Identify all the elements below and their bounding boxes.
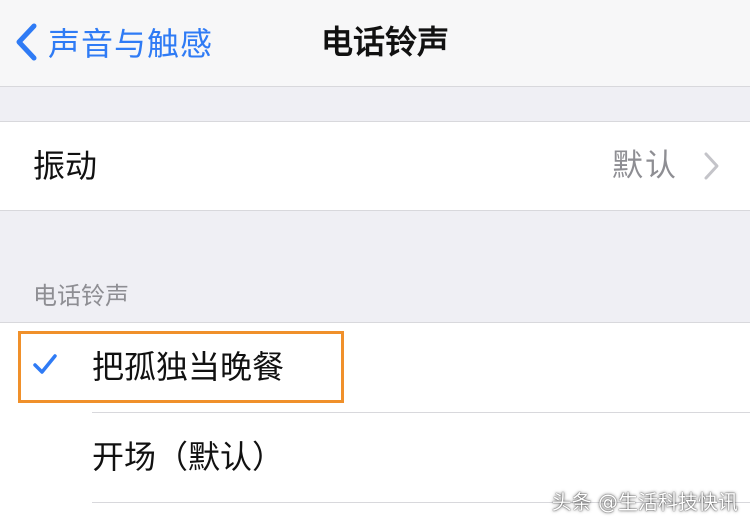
chevron-right-icon bbox=[704, 152, 719, 180]
checkmark-icon bbox=[33, 354, 57, 374]
watermark: 头条 @生活科技快讯 bbox=[551, 490, 738, 514]
ringtone-section-header: 电话铃声 bbox=[33, 282, 129, 310]
navigation-bar: 声音与触感 电话铃声 bbox=[0, 0, 750, 87]
vibration-row[interactable]: 振动 默认 bbox=[0, 121, 750, 211]
page-title: 电话铃声 bbox=[320, 23, 449, 61]
ringtone-item-selected[interactable]: 把孤独当晚餐 bbox=[0, 323, 750, 413]
vibration-label: 振动 bbox=[33, 147, 98, 185]
vibration-value: 默认 bbox=[612, 148, 678, 184]
ringtone-label: 开场（默认） bbox=[92, 438, 285, 476]
ringtone-label: 把孤独当晚餐 bbox=[92, 348, 285, 386]
